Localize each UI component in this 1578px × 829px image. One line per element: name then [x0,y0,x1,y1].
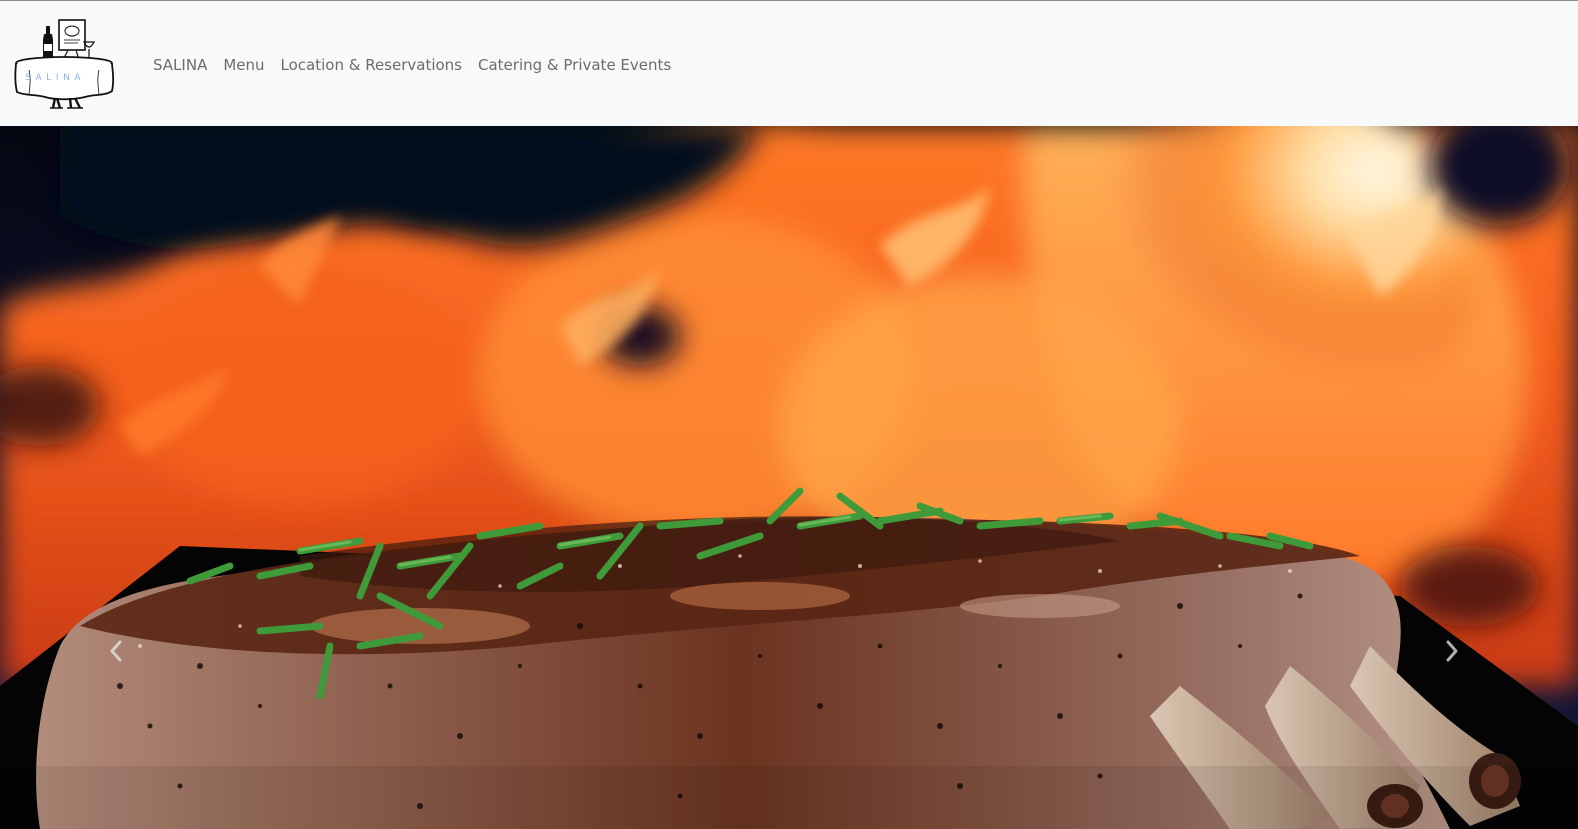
page: SALINA SALINA Menu Location & Reservatio… [0,0,1578,829]
nav-item-catering-private-events[interactable]: Catering & Private Events [478,56,671,74]
nav-links: SALINA Menu Location & Reservations Cate… [153,53,671,77]
nav-item-menu[interactable]: Menu [223,56,264,74]
carousel-prev-button[interactable] [101,631,131,671]
hero-carousel [0,126,1578,829]
nav-item-salina[interactable]: SALINA [153,56,207,74]
chevron-left-icon [110,640,122,662]
logo-lettering: SALINA [25,73,85,83]
hero-image [0,126,1578,829]
navbar: SALINA SALINA Menu Location & Reservatio… [0,0,1578,126]
restaurant-table-logo-icon: SALINA [14,19,115,109]
brand-logo[interactable]: SALINA [13,18,115,110]
carousel-next-button[interactable] [1437,631,1467,671]
chevron-right-icon [1446,640,1458,662]
nav-item-location-reservations[interactable]: Location & Reservations [281,56,462,74]
